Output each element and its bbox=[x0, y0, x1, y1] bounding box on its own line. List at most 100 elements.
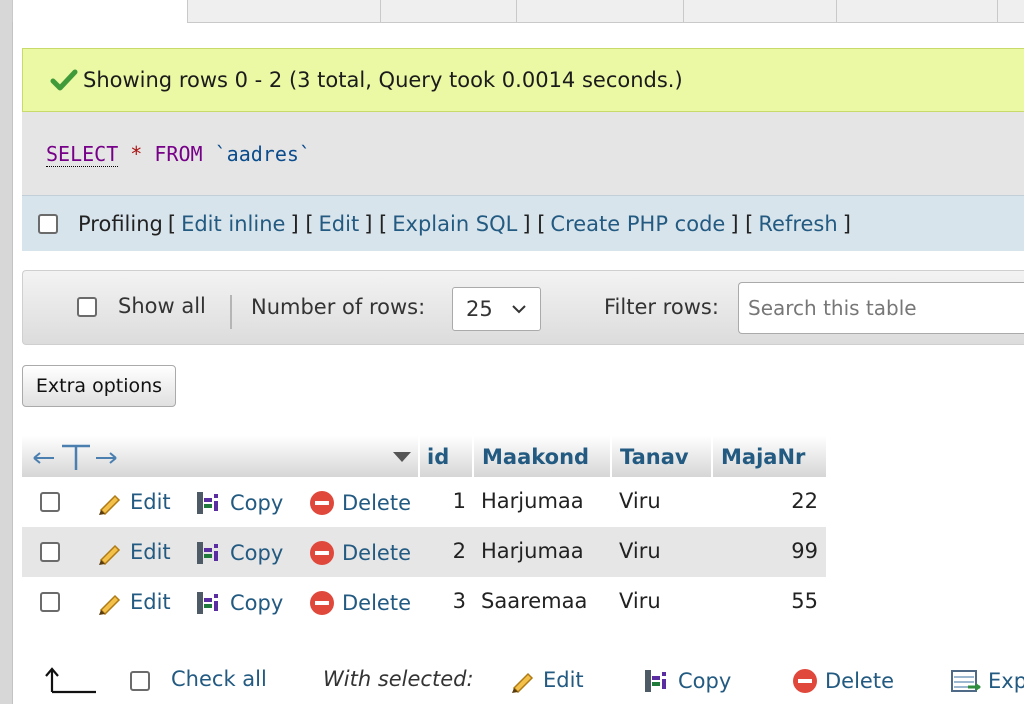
row-delete-button[interactable]: Delete bbox=[308, 539, 411, 567]
export-icon bbox=[951, 670, 981, 692]
bulk-delete-button[interactable]: Delete bbox=[791, 667, 894, 695]
extra-options-button[interactable]: Extra options bbox=[22, 365, 176, 407]
chevron-down-icon bbox=[512, 305, 526, 314]
edit-inline-link[interactable]: Edit inline bbox=[181, 212, 285, 236]
rows-per-page-select[interactable]: 25 bbox=[452, 287, 541, 331]
sql-star: * bbox=[130, 142, 143, 166]
with-selected-label: With selected: bbox=[323, 667, 474, 691]
table-row: Edit Copy Delete 2 Harjumaa Viru 99 bbox=[22, 527, 826, 577]
check-all-checkbox[interactable] bbox=[130, 671, 150, 691]
top-tab-bar bbox=[12, 0, 1024, 24]
table-row: Edit Copy Delete 3 Saaremaa Viru 55 bbox=[22, 577, 826, 627]
nav-divider bbox=[230, 295, 232, 329]
column-header-tanav[interactable]: Tanav bbox=[620, 436, 689, 477]
row-copy-label: Copy bbox=[230, 541, 284, 565]
explain-sql-link[interactable]: Explain SQL bbox=[392, 212, 517, 236]
cell-maakond: Harjumaa bbox=[481, 539, 584, 563]
success-message-bar: Showing rows 0 - 2 (3 total, Query took … bbox=[22, 48, 1024, 112]
bulk-copy-label: Copy bbox=[678, 669, 732, 693]
cell-majanr: 55 bbox=[791, 589, 818, 613]
row-delete-label: Delete bbox=[342, 591, 411, 615]
cell-tanav: Viru bbox=[619, 489, 661, 513]
delete-icon bbox=[310, 541, 334, 565]
create-php-link[interactable]: Create PHP code bbox=[550, 212, 725, 236]
tab-structure[interactable] bbox=[187, 0, 381, 23]
show-all-checkbox[interactable] bbox=[77, 297, 97, 317]
tab-search[interactable] bbox=[516, 0, 684, 23]
sql-keyword-from: FROM bbox=[154, 142, 203, 166]
status-message: Showing rows 0 - 2 (3 total, Query took … bbox=[83, 68, 683, 92]
bulk-actions-bar: Check all With selected: Edit Copy Delet… bbox=[22, 662, 1024, 704]
row-checkbox[interactable] bbox=[40, 542, 60, 562]
sort-dropdown-icon[interactable] bbox=[392, 450, 412, 464]
bulk-delete-label: Delete bbox=[825, 669, 894, 693]
bulk-copy-button[interactable]: Copy bbox=[642, 667, 731, 695]
column-header-majanr[interactable]: MajaNr bbox=[721, 436, 805, 477]
tab-insert[interactable] bbox=[683, 0, 837, 23]
delete-icon bbox=[310, 491, 334, 515]
table-row: Edit Copy Delete 1 Harjumaa Viru 22 bbox=[22, 477, 826, 527]
cell-tanav: Viru bbox=[619, 539, 661, 563]
table-navigation-bar: Show all Number of rows: 25 Filter rows: bbox=[22, 270, 1024, 345]
tab-export[interactable] bbox=[836, 0, 998, 23]
row-copy-label: Copy bbox=[230, 491, 284, 515]
filter-rows-input[interactable] bbox=[738, 282, 1024, 334]
bulk-edit-button[interactable]: Edit bbox=[509, 667, 584, 693]
check-all-link[interactable]: Check all bbox=[171, 667, 267, 691]
delete-icon bbox=[310, 591, 334, 615]
left-panel-edge bbox=[0, 0, 13, 704]
cell-id: 1 bbox=[452, 489, 466, 513]
profiling-checkbox[interactable] bbox=[38, 213, 58, 234]
row-edit-button[interactable]: Edit bbox=[96, 489, 171, 515]
copy-icon bbox=[197, 592, 218, 614]
sql-table-name: `aadres` bbox=[214, 142, 311, 166]
cell-majanr: 99 bbox=[791, 539, 818, 563]
row-copy-button[interactable]: Copy bbox=[194, 539, 283, 567]
delete-icon bbox=[793, 669, 817, 693]
row-delete-button[interactable]: Delete bbox=[308, 589, 411, 617]
cell-majanr: 22 bbox=[791, 489, 818, 513]
cell-id: 2 bbox=[452, 539, 466, 563]
column-header-maakond[interactable]: Maakond bbox=[482, 436, 589, 477]
table-header-row: id Maakond Tanav MajaNr bbox=[22, 436, 826, 477]
success-check-icon bbox=[50, 69, 78, 91]
row-edit-label: Edit bbox=[130, 540, 171, 564]
cell-maakond: Saaremaa bbox=[481, 589, 588, 613]
row-checkbox[interactable] bbox=[40, 592, 60, 612]
rows-label: Number of rows: bbox=[251, 295, 426, 319]
bulk-export-button[interactable]: Exp bbox=[950, 667, 1024, 695]
row-checkbox[interactable] bbox=[40, 492, 60, 512]
filter-rows-label: Filter rows: bbox=[604, 295, 719, 319]
copy-icon bbox=[197, 542, 218, 564]
tab-more[interactable] bbox=[997, 0, 1024, 23]
column-header-id[interactable]: id bbox=[427, 436, 449, 477]
sql-keyword-select[interactable]: SELECT bbox=[46, 142, 119, 167]
sql-query-box: SELECT * FROM `aadres` bbox=[22, 112, 1024, 195]
cell-tanav: Viru bbox=[619, 589, 661, 613]
query-actions-bar: Profiling [Edit inline] [Edit] [Explain … bbox=[22, 195, 1024, 251]
results-table: id Maakond Tanav MajaNr Edit Copy Delete 1 H… bbox=[22, 436, 826, 627]
edit-query-link[interactable]: Edit bbox=[319, 212, 360, 236]
row-edit-button[interactable]: Edit bbox=[96, 539, 171, 565]
pencil-icon bbox=[99, 494, 121, 515]
arrow-up-left-icon bbox=[45, 667, 96, 694]
row-delete-button[interactable]: Delete bbox=[308, 489, 411, 517]
show-all-label: Show all bbox=[118, 294, 206, 318]
column-resize-icon[interactable] bbox=[32, 442, 118, 472]
row-copy-button[interactable]: Copy bbox=[194, 589, 283, 617]
row-copy-button[interactable]: Copy bbox=[194, 489, 283, 517]
row-delete-label: Delete bbox=[342, 491, 411, 515]
rows-per-page-value: 25 bbox=[466, 297, 493, 321]
copy-icon bbox=[197, 492, 218, 514]
tab-sql[interactable] bbox=[380, 0, 517, 23]
row-edit-label: Edit bbox=[130, 490, 171, 514]
pencil-icon bbox=[512, 672, 534, 693]
tab-browse[interactable] bbox=[12, 0, 188, 22]
refresh-link[interactable]: Refresh bbox=[758, 212, 837, 236]
row-edit-label: Edit bbox=[130, 590, 171, 614]
bulk-edit-label: Edit bbox=[543, 668, 584, 692]
row-edit-button[interactable]: Edit bbox=[96, 589, 171, 615]
row-delete-label: Delete bbox=[342, 541, 411, 565]
pencil-icon bbox=[99, 544, 121, 565]
row-copy-label: Copy bbox=[230, 591, 284, 615]
